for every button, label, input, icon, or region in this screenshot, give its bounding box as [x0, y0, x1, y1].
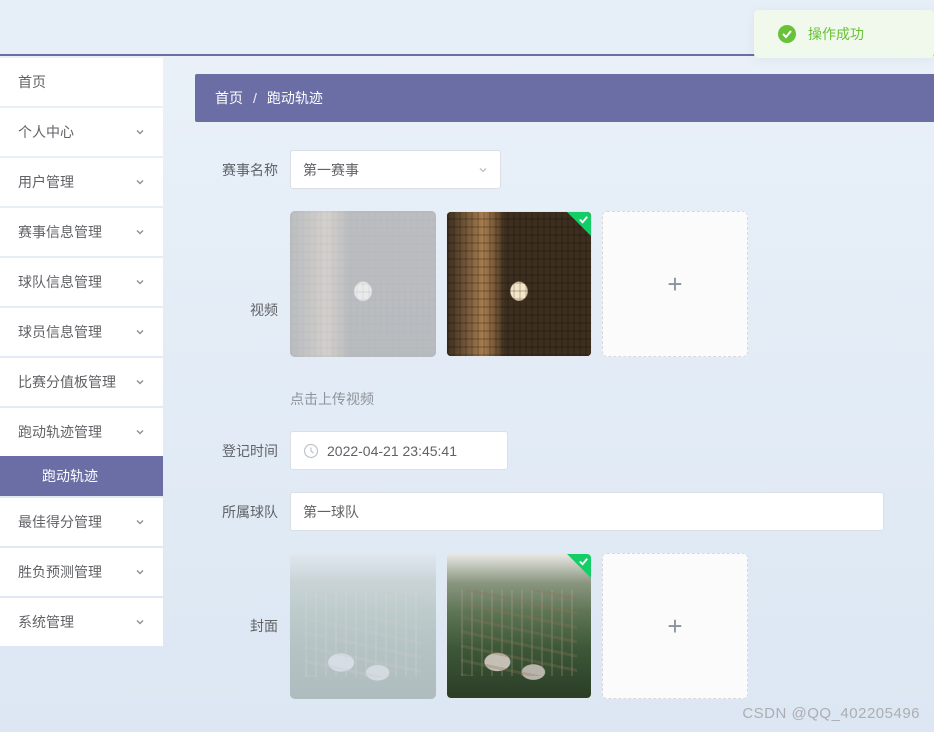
- sidebar-item-scoreboard[interactable]: 比赛分值板管理: [0, 358, 163, 406]
- team-value: 第一球队: [303, 502, 359, 522]
- sidebar-label: 跑动轨迹管理: [18, 422, 102, 442]
- register-time-value: 2022-04-21 23:45:41: [327, 443, 457, 459]
- team-label: 所属球队: [195, 492, 290, 522]
- event-select[interactable]: 第一赛事: [290, 150, 501, 189]
- chevron-down-icon: [135, 517, 145, 527]
- sidebar-item-best-score[interactable]: 最佳得分管理: [0, 498, 163, 546]
- toast-text: 操作成功: [808, 24, 864, 44]
- watermark: CSDN @QQ_402205496: [742, 705, 920, 722]
- chevron-down-icon: [135, 617, 145, 627]
- breadcrumb-home[interactable]: 首页: [215, 88, 243, 108]
- chevron-down-icon: [135, 127, 145, 137]
- register-time-label: 登记时间: [195, 431, 290, 461]
- sidebar-label: 系统管理: [18, 612, 74, 632]
- chevron-down-icon: [135, 227, 145, 237]
- video-thumb[interactable]: [446, 211, 592, 357]
- chevron-down-icon: [135, 327, 145, 337]
- video-ghost-thumb: [290, 211, 436, 357]
- sidebar-label: 球队信息管理: [18, 272, 102, 292]
- sidebar-label: 胜负预测管理: [18, 562, 102, 582]
- sidebar-subitem-track[interactable]: 跑动轨迹: [0, 456, 163, 496]
- chevron-down-icon: [478, 165, 488, 175]
- event-select-value: 第一赛事: [303, 160, 359, 180]
- sidebar-item-profile[interactable]: 个人中心: [0, 108, 163, 156]
- cover-upload-button[interactable]: +: [602, 553, 748, 699]
- sidebar-item-team-info[interactable]: 球队信息管理: [0, 258, 163, 306]
- sidebar-label: 比赛分值板管理: [18, 372, 116, 392]
- cover-ghost-thumb: [290, 553, 436, 699]
- plus-icon: +: [667, 611, 682, 642]
- form: 赛事名称 第一赛事 视频: [195, 122, 934, 699]
- sidebar-label: 最佳得分管理: [18, 512, 102, 532]
- video-label: 视频: [195, 211, 290, 409]
- team-input[interactable]: 第一球队: [290, 492, 884, 531]
- sidebar-item-home[interactable]: 首页: [0, 58, 163, 106]
- sidebar-sublabel: 跑动轨迹: [42, 466, 98, 486]
- video-hint: 点击上传视频: [290, 389, 748, 409]
- check-icon: [567, 212, 591, 236]
- success-check-icon: [778, 25, 796, 43]
- chevron-down-icon: [135, 277, 145, 287]
- sidebar: 首页 个人中心 用户管理 赛事信息管理 球队信息管理 球员信息管理 比赛分值板管…: [0, 56, 163, 732]
- sidebar-item-users[interactable]: 用户管理: [0, 158, 163, 206]
- chevron-down-icon: [135, 567, 145, 577]
- sidebar-item-prediction[interactable]: 胜负预测管理: [0, 548, 163, 596]
- sidebar-item-track-manage[interactable]: 跑动轨迹管理: [0, 408, 163, 456]
- breadcrumb: 首页 / 跑动轨迹: [195, 74, 934, 122]
- breadcrumb-current: 跑动轨迹: [267, 88, 323, 108]
- register-time-input[interactable]: 2022-04-21 23:45:41: [290, 431, 508, 470]
- breadcrumb-separator: /: [253, 90, 257, 106]
- sidebar-label: 个人中心: [18, 122, 74, 142]
- plus-icon: +: [667, 269, 682, 300]
- sidebar-label: 首页: [18, 72, 46, 92]
- success-toast: 操作成功: [754, 10, 934, 58]
- chevron-down-icon: [135, 427, 145, 437]
- cover-thumb[interactable]: [446, 553, 592, 699]
- sidebar-label: 赛事信息管理: [18, 222, 102, 242]
- sidebar-item-system[interactable]: 系统管理: [0, 598, 163, 646]
- chevron-down-icon: [135, 177, 145, 187]
- check-icon: [567, 554, 591, 578]
- chevron-down-icon: [135, 377, 145, 387]
- video-upload-button[interactable]: +: [602, 211, 748, 357]
- event-label: 赛事名称: [195, 150, 290, 180]
- sidebar-item-event-info[interactable]: 赛事信息管理: [0, 208, 163, 256]
- sidebar-item-player-info[interactable]: 球员信息管理: [0, 308, 163, 356]
- cover-label: 封面: [195, 553, 290, 699]
- main-content: 首页 / 跑动轨迹 赛事名称 第一赛事 视频: [163, 56, 934, 732]
- sidebar-label: 用户管理: [18, 172, 74, 192]
- clock-icon: [303, 443, 319, 459]
- sidebar-label: 球员信息管理: [18, 322, 102, 342]
